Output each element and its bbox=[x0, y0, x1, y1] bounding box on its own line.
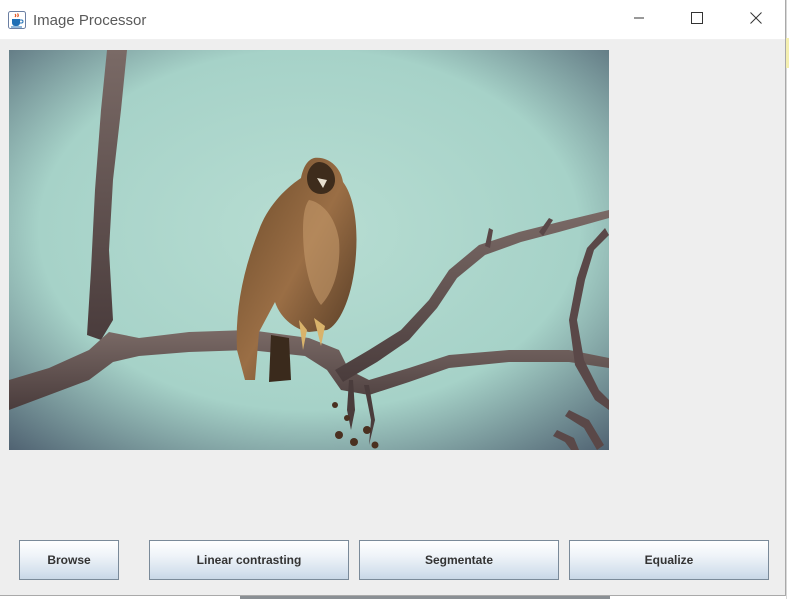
segmentate-button[interactable]: Segmentate bbox=[359, 540, 559, 580]
maximize-button[interactable] bbox=[668, 0, 726, 40]
equalize-button[interactable]: Equalize bbox=[569, 540, 769, 580]
title-bar[interactable]: Image Processor bbox=[0, 0, 785, 40]
linear-contrasting-button[interactable]: Linear contrasting bbox=[149, 540, 349, 580]
minimize-icon bbox=[633, 11, 645, 29]
minimize-button[interactable] bbox=[610, 0, 668, 40]
java-cup-icon[interactable] bbox=[8, 11, 26, 29]
loaded-image bbox=[9, 50, 609, 450]
image-processor-window: Image Processor Browse Linear contrastin… bbox=[0, 0, 786, 596]
browse-button[interactable]: Browse bbox=[19, 540, 119, 580]
close-button[interactable] bbox=[727, 0, 785, 40]
maximize-icon bbox=[691, 11, 703, 29]
close-icon bbox=[750, 11, 762, 29]
window-title: Image Processor bbox=[33, 12, 147, 29]
